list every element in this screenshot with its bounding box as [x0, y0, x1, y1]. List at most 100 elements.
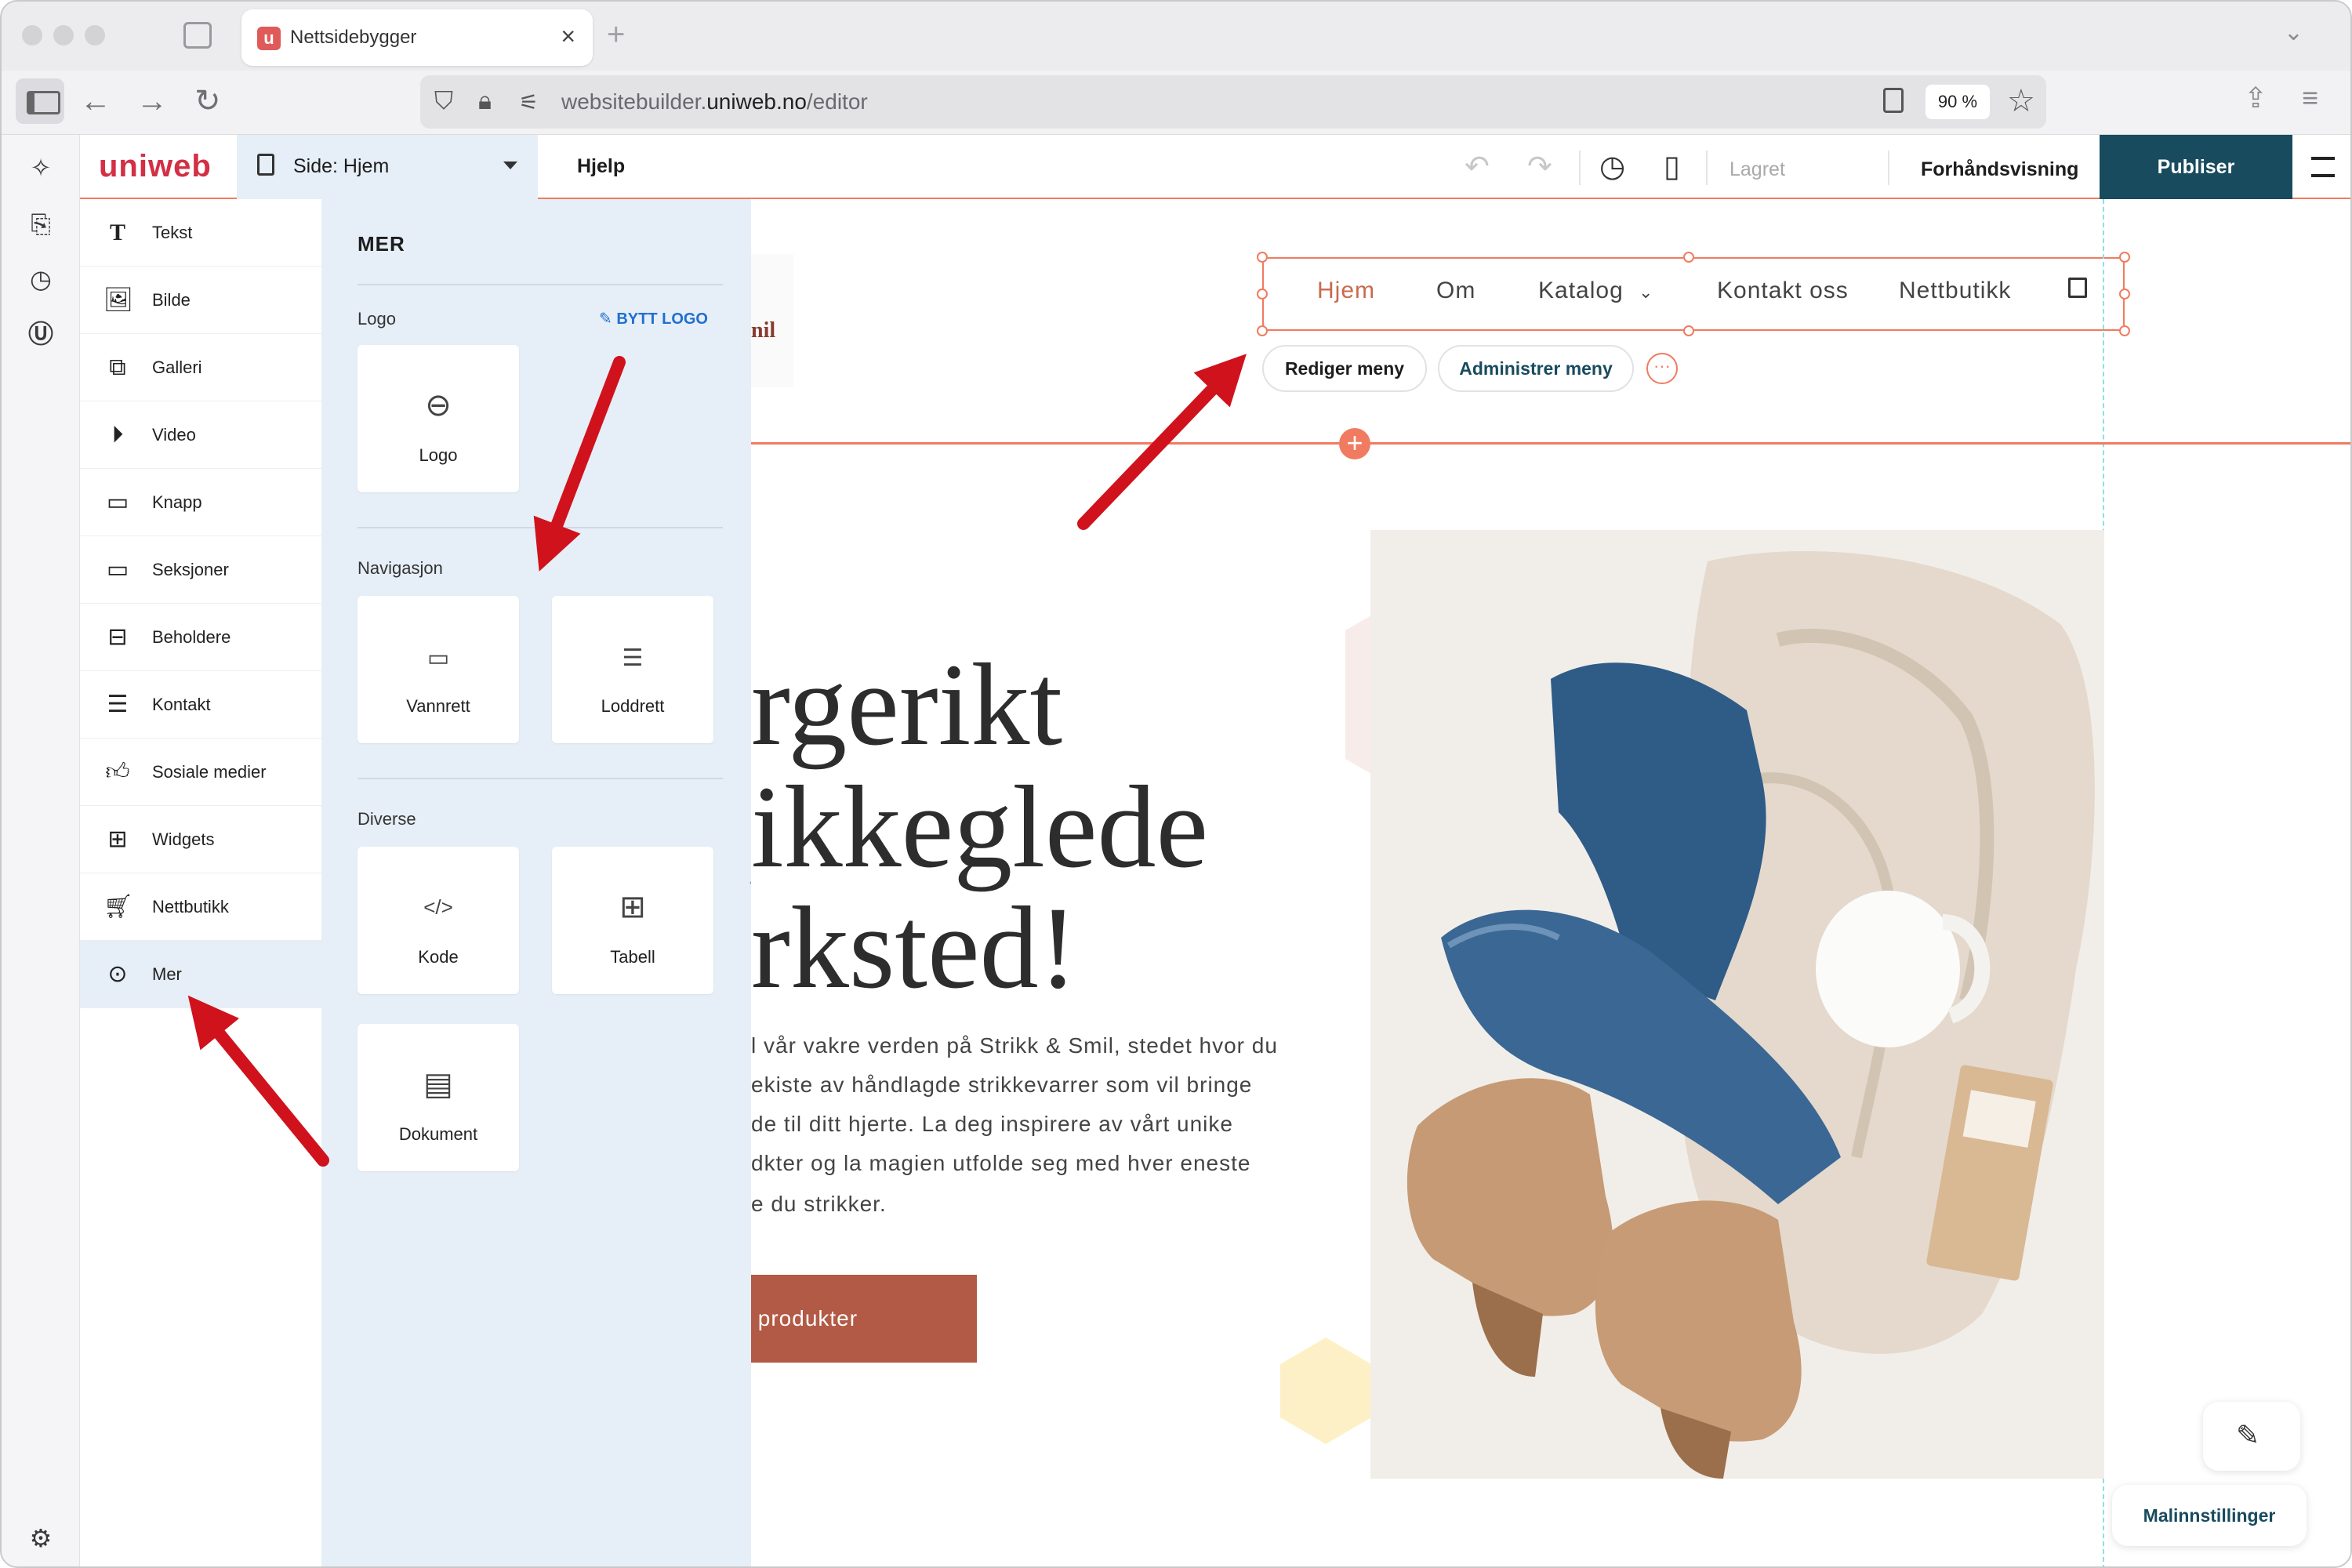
element-item-kontakt[interactable]: ☰ Kontakt: [80, 671, 321, 739]
hero-heading-line-2[interactable]: ikkeglede: [751, 768, 1208, 886]
element-item-mer[interactable]: ⊙ Mer: [80, 941, 321, 1008]
tab-close-icon[interactable]: ×: [561, 22, 575, 51]
site-logo-text[interactable]: nil: [751, 318, 775, 343]
resize-handle[interactable]: [1257, 289, 1268, 299]
tile-label: Loddrett: [601, 696, 665, 716]
table-tile[interactable]: ⊞ Tabell: [552, 847, 713, 994]
vertical-menu-icon: ☰: [622, 645, 644, 671]
bookmark-star-icon[interactable]: ☆: [2007, 83, 2035, 119]
chevron-down-icon[interactable]: ⌄: [1639, 282, 1653, 303]
element-item-knapp[interactable]: ▭ Knapp: [80, 469, 321, 536]
zoom-level[interactable]: 90 %: [1926, 85, 1990, 119]
mobile-preview-icon[interactable]: ▯: [1664, 149, 1680, 184]
vertical-nav-tile[interactable]: ☰ Loddrett: [552, 596, 713, 743]
sidebar-toggle-icon[interactable]: [16, 78, 64, 124]
url-text[interactable]: websitebuilder.uniweb.no/editor: [561, 89, 868, 114]
element-item-sosiale-medier[interactable]: 👍︎ Sosiale medier: [80, 739, 321, 806]
history-icon[interactable]: ◷: [25, 263, 56, 295]
element-item-widgets[interactable]: ⊞ Widgets: [80, 806, 321, 873]
preview-button[interactable]: Forhåndsvisning: [1921, 158, 2078, 181]
hamburger-menu-icon[interactable]: [2311, 157, 2335, 177]
publish-button[interactable]: Publiser: [2100, 135, 2292, 199]
redo-icon[interactable]: ↷: [1527, 149, 1552, 184]
manage-menu-button[interactable]: Administrer meny: [1438, 345, 1634, 392]
element-item-nettbutikk[interactable]: 🛒︎ Nettbutikk: [80, 873, 321, 941]
reader-view-icon[interactable]: [1883, 88, 1904, 113]
undo-icon[interactable]: ↶: [1465, 149, 1490, 184]
forward-icon[interactable]: →: [136, 82, 168, 121]
settings-gear-icon[interactable]: ⚙: [25, 1523, 56, 1554]
add-section-icon[interactable]: +: [1339, 428, 1370, 459]
hero-paragraph-line[interactable]: dkter og la magien utfolde seg med hver …: [751, 1151, 1250, 1176]
resize-handle[interactable]: [1683, 325, 1694, 336]
help-link[interactable]: Hjelp: [577, 155, 625, 178]
tile-label: Logo: [419, 445, 458, 465]
swap-logo-link[interactable]: ✎ BYTT LOGO: [599, 309, 708, 328]
nav-link-hjem[interactable]: Hjem: [1317, 278, 1375, 304]
resize-handle[interactable]: [1683, 252, 1694, 263]
hero-paragraph-line[interactable]: ekiste av håndlagde strikkevarrer som vi…: [751, 1073, 1252, 1098]
table-icon: ⊞: [619, 890, 646, 924]
hero-paragraph-line[interactable]: e du strikker.: [751, 1192, 887, 1217]
hero-heading-line-1[interactable]: rgerikt: [751, 646, 1062, 764]
revision-history-icon[interactable]: ◷: [1599, 149, 1625, 184]
element-item-beholdere[interactable]: ⊟ Beholdere: [80, 604, 321, 671]
section-label-logo: Logo: [358, 309, 396, 328]
menu-icon[interactable]: ≡: [2302, 82, 2318, 114]
cart-icon: 🛒︎: [103, 894, 134, 920]
shopping-bag-icon[interactable]: [2068, 278, 2087, 298]
decor-hexagon-small: [1280, 1338, 1371, 1444]
address-bar[interactable]: ⛉ 🔒︎ ⚟ websitebuilder.uniweb.no/editor 9…: [420, 75, 2046, 129]
template-settings-button[interactable]: Malinnstillinger: [2112, 1485, 2307, 1546]
ai-sparkle-icon[interactable]: ✧: [25, 152, 56, 183]
uniweb-icon[interactable]: Ⓤ: [25, 318, 56, 350]
hero-photo[interactable]: [1370, 530, 2104, 1479]
logo-tile[interactable]: ⊖ Logo: [358, 345, 519, 492]
more-options-icon[interactable]: ···: [1646, 353, 1678, 384]
resize-handle[interactable]: [2119, 289, 2130, 299]
tab-overview-icon[interactable]: [183, 22, 212, 49]
palette-icon: ✎: [2236, 1419, 2260, 1451]
element-item-galleri[interactable]: ⧉ Galleri: [80, 334, 321, 401]
hero-heading-line-3[interactable]: rksted!: [751, 889, 1078, 1007]
thumbs-up-icon: 👍︎: [105, 759, 130, 785]
element-item-bilde[interactable]: 🖼︎ Bilde: [80, 267, 321, 334]
nav-link-kontakt-oss[interactable]: Kontakt oss: [1717, 278, 1849, 304]
browser-tab[interactable]: u Nettsidebygger ×: [241, 9, 593, 66]
cta-button[interactable]: produkter: [751, 1275, 977, 1363]
hero-paragraph-line[interactable]: de til ditt hjerte. La deg inspirere av …: [751, 1112, 1233, 1137]
element-item-video[interactable]: ⏵ Video: [80, 401, 321, 469]
shield-icon[interactable]: ⛉: [434, 86, 453, 116]
resize-handle[interactable]: [2119, 325, 2130, 336]
resize-handle[interactable]: [2119, 252, 2130, 263]
horizontal-nav-tile[interactable]: ▭ Vannrett: [358, 596, 519, 743]
mer-panel: MER Logo ✎ BYTT LOGO ⊖ Logo Navigasjon ▭…: [321, 199, 751, 1566]
hero-paragraph-line[interactable]: l vår vakre verden på Strikk & Smil, ste…: [751, 1033, 1278, 1058]
reload-icon[interactable]: ↻: [194, 82, 221, 121]
page-selector[interactable]: Side: Hjem: [237, 135, 538, 199]
nav-link-om[interactable]: Om: [1436, 278, 1475, 304]
element-item-tekst[interactable]: T Tekst: [80, 199, 321, 267]
site-permissions-icon[interactable]: ⚟: [519, 89, 539, 115]
resize-handle[interactable]: [1257, 252, 1268, 263]
back-icon[interactable]: ←: [80, 82, 111, 121]
nav-link-katalog[interactable]: Katalog: [1538, 278, 1624, 304]
nav-link-nettbutikk[interactable]: Nettbutikk: [1899, 278, 2011, 304]
element-item-seksjoner[interactable]: ▭ Seksjoner: [80, 536, 321, 604]
tile-label: Tabell: [610, 947, 655, 967]
tab-list-chevron-icon[interactable]: ⌄: [2284, 19, 2303, 46]
minimize-window-dot[interactable]: [53, 25, 74, 45]
resize-handle[interactable]: [1257, 325, 1268, 336]
pages-icon[interactable]: ⎘: [25, 209, 56, 240]
close-window-dot[interactable]: [22, 25, 42, 45]
edit-menu-button[interactable]: Rediger meny: [1262, 345, 1427, 392]
lock-icon[interactable]: 🔒︎: [478, 86, 492, 116]
new-tab-icon[interactable]: +: [607, 17, 625, 53]
divider: [1888, 151, 1889, 185]
code-tile[interactable]: </> Kode: [358, 847, 519, 994]
website-canvas[interactable]: nil Hjem Om Katalog ⌄ Kontakt oss Nettbu…: [751, 199, 2350, 1566]
design-tools-button[interactable]: ✎: [2203, 1402, 2300, 1471]
document-tile[interactable]: ▤ Dokument: [358, 1024, 519, 1171]
zoom-window-dot[interactable]: [85, 25, 105, 45]
share-icon[interactable]: ⇪: [2244, 82, 2267, 114]
